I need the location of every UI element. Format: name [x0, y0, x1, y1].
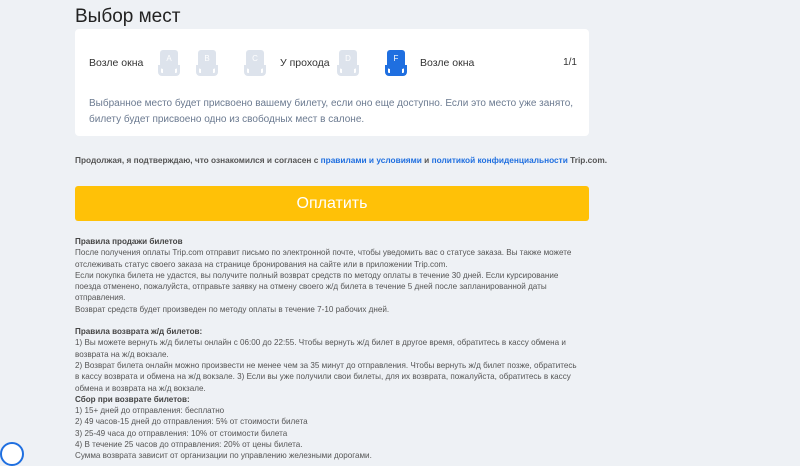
agreement-text: Продолжая, я подтверждаю, что ознакомилс…	[75, 155, 607, 165]
seat-count: 1/1	[563, 57, 577, 68]
seat-a[interactable]: A	[158, 50, 180, 78]
refund-rules-title: Правила возврата ж/д билетов:	[75, 327, 203, 337]
rules-line: 1) Вы можете вернуть ж/д билеты онлайн с…	[75, 338, 566, 359]
seat-note: Выбранное место будет присвоено вашему б…	[89, 98, 574, 125]
rules-line: После получения оплаты Trip.com отправит…	[75, 248, 572, 269]
seat-base	[201, 69, 213, 73]
rules-line: Сумма возврата зависит от организации по…	[75, 451, 372, 461]
seat-f-selected[interactable]: F	[385, 50, 407, 78]
agreement-suffix: Trip.com.	[567, 155, 608, 165]
help-chat-icon[interactable]	[0, 442, 24, 466]
aisle-label: У прохода	[280, 57, 330, 69]
seat-d[interactable]: D	[337, 50, 359, 78]
pay-button[interactable]: Оплатить	[75, 186, 589, 221]
agreement-prefix: Продолжая, я подтверждаю, что ознакомилс…	[75, 155, 321, 165]
rules-line: Возврат средств будет произведен по мето…	[75, 304, 390, 314]
terms-link[interactable]: правилами и условиями	[321, 155, 422, 165]
seat-base	[342, 69, 354, 73]
agreement-middle: и	[421, 155, 432, 165]
rules-line: 3) 25-49 часа до отправления: 10% от сто…	[75, 428, 288, 438]
rules-line: 2) Возврат билета онлайн можно произвест…	[75, 360, 577, 393]
window-label-right: Возле окна	[420, 57, 475, 69]
fee-rules-title: Сбор при возврате билетов:	[75, 394, 190, 404]
page-title: Выбор мест	[75, 6, 181, 27]
rules-text: Правила продажи билетов После получения …	[75, 236, 580, 462]
window-label-left: Возле окна	[89, 57, 144, 69]
seat-c[interactable]: C	[244, 50, 266, 78]
sale-rules-title: Правила продажи билетов	[75, 237, 183, 246]
privacy-link[interactable]: политикой конфиденциальности	[432, 155, 568, 165]
seat-base	[163, 69, 175, 73]
seat-selection-card: Возле окна A B C У прохода D F Возле окн…	[75, 29, 589, 136]
rules-line: 2) 49 часов-15 дней до отправления: 5% о…	[75, 417, 308, 427]
rules-line: Если покупка билета не удастся, вы получ…	[75, 270, 559, 303]
seat-base	[390, 69, 402, 73]
rules-line: 4) В течение 25 часов до отправления: 20…	[75, 440, 303, 450]
seat-base	[249, 69, 261, 73]
seat-b[interactable]: B	[196, 50, 218, 78]
seat-row: Возле окна A B C У прохода D F Возле окн…	[75, 47, 589, 81]
rules-line: 1) 15+ дней до отправления: бесплатно	[75, 406, 225, 416]
